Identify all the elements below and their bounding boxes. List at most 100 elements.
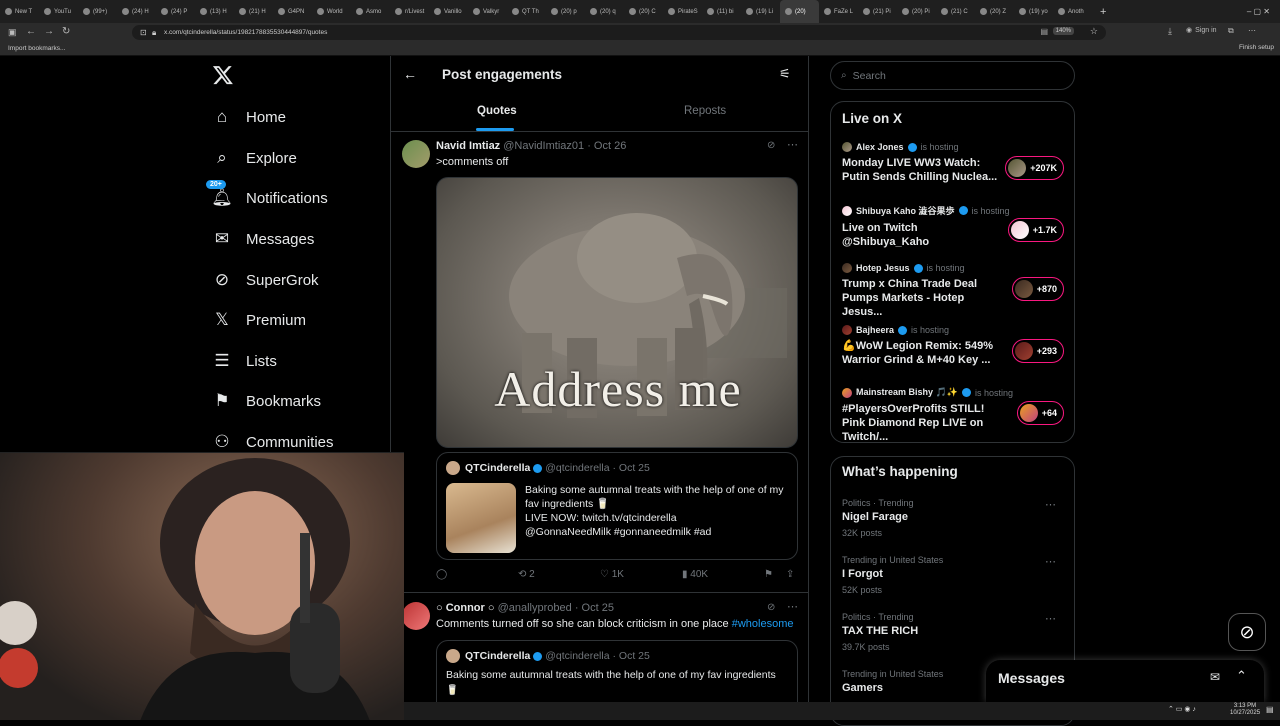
nav-item-lists[interactable]: ☰ Lists [212,346,276,376]
hashtag-link[interactable]: #wholesome [732,618,794,630]
browser-tab[interactable]: (20) q [585,0,624,23]
sign-in-button[interactable]: ◉ Sign in [1186,26,1217,35]
nav-item-explore[interactable]: ⌕ Explore [212,143,297,173]
author-handle[interactable]: @anallyprobed [498,602,572,614]
author-handle[interactable]: @NavidImtiaz01 [503,140,584,152]
browser-tab[interactable]: (11) bi [702,0,741,23]
window-controls[interactable]: – ▢ ✕ [1247,7,1270,16]
browser-tab[interactable]: (20) [780,0,819,23]
filter-settings-icon[interactable]: ⚟ [779,66,791,82]
live-listener-badge[interactable]: +870 [1011,277,1064,301]
author-name[interactable]: ○ Connor ○ [436,602,495,614]
browser-tab[interactable]: Anoth [1053,0,1092,23]
browser-tab[interactable]: (24) P [156,0,195,23]
tab-quotes[interactable]: Quotes [477,105,517,117]
back-arrow-icon[interactable]: ← [403,66,417,82]
browser-tab[interactable]: (13) H [195,0,234,23]
browser-tab[interactable]: (20) C [624,0,663,23]
browser-tab[interactable]: (21) Pi [858,0,897,23]
browser-tab[interactable]: r/Livest [390,0,429,23]
browser-tab[interactable]: Asmo [351,0,390,23]
browser-tab[interactable]: (24) H [117,0,156,23]
notification-center-icon[interactable]: ▤ [1266,705,1274,714]
messages-dock[interactable]: Messages ✉ ⌃ [986,660,1264,702]
browser-tab[interactable]: (19) Li [741,0,780,23]
tray-icons[interactable]: ⌃ ▭ ◉ ♪ [1168,705,1196,713]
live-listener-badge[interactable]: +207K [1005,156,1064,180]
more-options-icon[interactable]: ⋯ [787,600,798,613]
live-item[interactable]: Shibuya Kaho 澁谷果歩 is hosting Live on Twitc… [842,204,1064,252]
live-listener-badge[interactable]: +64 [1016,401,1064,425]
browser-tab[interactable]: Valkyr [468,0,507,23]
post-date[interactable]: · Oct 26 [587,140,626,152]
menu-icon[interactable]: ⋯ [1248,26,1256,35]
grok-floating-button[interactable]: ⊘ [1228,613,1266,651]
repost-button[interactable]: ⟲ 2 [518,569,535,580]
browser-tab[interactable]: (21) H [234,0,273,23]
trend-item[interactable]: Politics · Trending Nigel Farage 32K posts… [842,498,1064,538]
browser-tab[interactable]: QT Th [507,0,546,23]
live-item[interactable]: Alex Jones is hosting Monday LIVE WW3 Watc… [842,142,1064,190]
browser-tab[interactable]: Vanillo [429,0,468,23]
tab-reposts[interactable]: Reposts [684,105,726,117]
reply-icon[interactable]: ◯ [436,569,447,580]
trend-more-icon[interactable]: ⋯ [1045,555,1056,568]
forward-icon[interactable]: → [44,26,54,37]
browser-tab[interactable]: (19) yo [1014,0,1053,23]
url-bar[interactable]: ⊡ 🔒︎ x.com/qtcinderella/status/198217883… [132,25,1106,40]
nav-item-notifications[interactable]: 🔔︎ 20+ Notifications [206,180,328,213]
star-icon[interactable]: ☆ [1090,26,1098,37]
site-info-icon[interactable]: ⊡ [140,28,147,37]
sidebar-toggle-icon[interactable]: ▣ [8,27,17,38]
author-name[interactable]: Navid Imtiaz [436,140,500,152]
live-item[interactable]: Mainstream Bishy 🎵✨ is hosting #PlayersOve… [842,387,1064,443]
post-media-image[interactable]: Address me [436,177,798,448]
browser-tab[interactable]: (99+) [78,0,117,23]
trend-more-icon[interactable]: ⋯ [1045,612,1056,625]
new-message-icon[interactable]: ✉ [1210,670,1220,684]
browser-tab[interactable]: YouTu [39,0,78,23]
nav-item-premium[interactable]: 𝕏 Premium [212,305,306,335]
browser-tab[interactable]: PirateS [663,0,702,23]
reader-icon[interactable]: ▤ [1040,27,1048,36]
bookmark-icon[interactable]: ⚑ [764,569,773,580]
taskbar-clock[interactable]: 3:13 PM 10/27/2025 [1230,703,1260,717]
browser-tab[interactable]: (20) p [546,0,585,23]
trend-item[interactable]: Politics · Trending TAX THE RICH 39.7K pos… [842,612,1064,652]
live-item[interactable]: Hotep Jesus is hosting Trump x China Trade… [842,263,1064,318]
browser-tab[interactable]: World [312,0,351,23]
trend-more-icon[interactable]: ⋯ [1045,498,1056,511]
search-input[interactable]: ⌕ Search [830,61,1075,90]
avatar[interactable] [402,602,430,630]
grok-icon[interactable]: ⊘ [767,602,775,613]
live-listener-badge[interactable]: +1.7K [1007,218,1064,242]
zoom-indicator[interactable]: 140% [1052,27,1074,35]
expand-icon[interactable]: ⌃ [1236,668,1247,684]
share-icon[interactable]: ⇪ [786,569,794,580]
download-icon[interactable]: ⤓ [1168,26,1172,37]
browser-tab[interactable]: FaZe L [819,0,858,23]
more-options-icon[interactable]: ⋯ [787,138,798,151]
extensions-icon[interactable]: ⧉ [1228,26,1234,36]
nav-item-supergrok[interactable]: ⊘ SuperGrok [212,265,319,295]
browser-tab[interactable]: (20) Pi [897,0,936,23]
views-button[interactable]: ▮ 40K [682,569,708,580]
like-button[interactable]: ♡ 1K [600,569,624,580]
grok-icon[interactable]: ⊘ [767,140,775,151]
live-item[interactable]: Bajheera is hosting 💪WoW Legion Remix: 549… [842,325,1064,373]
nav-item-bookmarks[interactable]: ⚑ Bookmarks [212,386,321,416]
new-tab-icon[interactable]: + [1100,6,1106,18]
quoted-post[interactable]: QTCinderella @qtcinderella · Oct 25 Baki… [436,452,798,560]
finish-setup-button[interactable]: Finish setup [1239,44,1274,51]
browser-tab[interactable]: (21) C [936,0,975,23]
nav-item-messages[interactable]: ✉ Messages [212,224,315,254]
browser-tab[interactable]: New T [0,0,39,23]
reload-icon[interactable]: ↻ [62,26,70,37]
avatar[interactable] [402,140,430,168]
browser-tab[interactable]: (20) Z [975,0,1014,23]
back-icon[interactable]: ← [26,26,36,37]
nav-item-home[interactable]: ⌂ Home [212,102,286,132]
x-logo-icon[interactable] [212,64,234,86]
post-date[interactable]: · Oct 25 [575,602,614,614]
live-listener-badge[interactable]: +293 [1011,339,1064,363]
